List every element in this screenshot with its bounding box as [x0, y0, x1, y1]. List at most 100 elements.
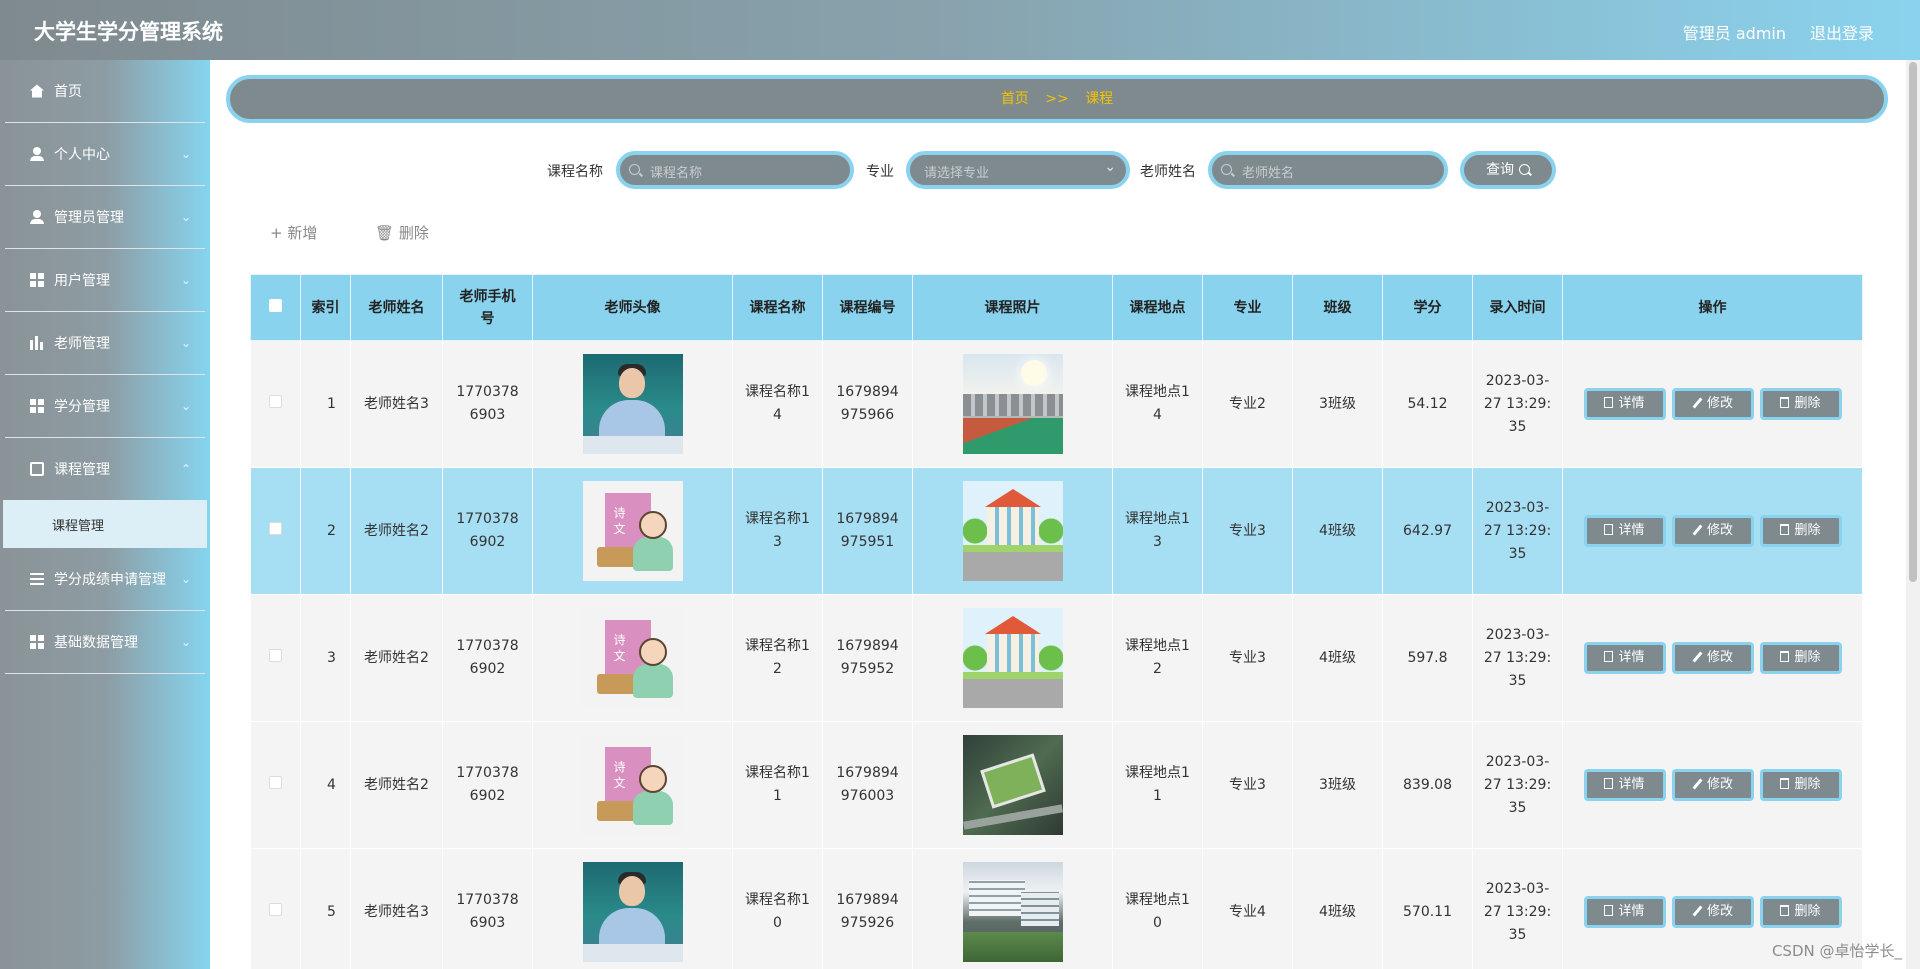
- header-teacher-name[interactable]: 老师姓名: [350, 274, 443, 341]
- cell-teacher-name: 老师姓名2: [350, 594, 443, 722]
- header-index[interactable]: 索引: [300, 274, 351, 341]
- sidebar-item-users[interactable]: 用户管理 ⌄: [5, 249, 205, 312]
- detail-button[interactable]: 详情: [1583, 769, 1666, 801]
- table-row[interactable]: 3 老师姓名2 17703786902 课程名称12 1679894975952…: [250, 594, 1863, 722]
- scrollbar-thumb[interactable]: [1909, 62, 1917, 582]
- sidebar-item-home[interactable]: 首页: [5, 60, 205, 123]
- sidebar-item-label: 学分成绩申请管理: [54, 572, 166, 588]
- detail-button[interactable]: 详情: [1583, 515, 1666, 547]
- header-operations: 操作: [1562, 274, 1863, 341]
- teacher-avatar-image: [582, 735, 683, 835]
- cell-major: 专业3: [1202, 594, 1293, 722]
- header-time[interactable]: 录入时间: [1472, 274, 1563, 341]
- search-icon: [629, 164, 640, 175]
- chevron-down-icon: ⌄: [180, 399, 191, 413]
- sidebar-item-label: 用户管理: [54, 273, 110, 289]
- teacher-name-label: 老师姓名: [1140, 164, 1196, 180]
- delete-button[interactable]: 删除: [1759, 769, 1842, 801]
- add-button[interactable]: + 新增: [270, 222, 317, 243]
- batch-delete-button[interactable]: 🗑 删除: [375, 222, 429, 243]
- header-class[interactable]: 班级: [1292, 274, 1383, 341]
- sidebar-item-basic-data[interactable]: 基础数据管理 ⌄: [5, 611, 205, 674]
- cell-operations: 详情 修改 删除: [1562, 594, 1863, 722]
- cell-teacher-phone: 17703786903: [442, 848, 533, 969]
- table-row[interactable]: 1 老师姓名3 17703786903 课程名称14 1679894975966…: [250, 340, 1863, 468]
- detail-button[interactable]: 详情: [1583, 896, 1666, 928]
- breadcrumb-home[interactable]: 首页: [1001, 91, 1029, 107]
- vertical-scrollbar[interactable]: [1906, 60, 1920, 969]
- cell-index: 1: [300, 340, 351, 468]
- document-icon: [1604, 651, 1614, 662]
- header-teacher-avatar: 老师头像: [532, 274, 733, 341]
- header-major[interactable]: 专业: [1202, 274, 1293, 341]
- row-checkbox[interactable]: [269, 648, 282, 662]
- query-button[interactable]: 查询: [1460, 151, 1556, 189]
- header-course-name[interactable]: 课程名称: [732, 274, 823, 341]
- major-select[interactable]: 请选择专业 ⌄: [906, 151, 1130, 189]
- table-row[interactable]: 2 老师姓名2 17703786902 课程名称13 1679894975951…: [250, 467, 1863, 595]
- teacher-name-placeholder: 老师姓名: [1242, 166, 1295, 181]
- cell-class: 4班级: [1292, 594, 1383, 722]
- row-checkbox[interactable]: [269, 394, 282, 408]
- grid-icon: [30, 399, 44, 413]
- submenu-item-course-manage[interactable]: 课程管理: [3, 500, 207, 548]
- grid-icon: [30, 273, 44, 287]
- course-name-label: 课程名称: [547, 164, 603, 180]
- sidebar-item-teachers[interactable]: 老师管理 ⌄: [5, 312, 205, 375]
- cell-course-name: 课程名称12: [732, 594, 823, 722]
- search-icon: [1221, 164, 1232, 175]
- detail-button[interactable]: 详情: [1583, 388, 1666, 420]
- cell-operations: 详情 修改 删除: [1562, 721, 1863, 849]
- edit-button[interactable]: 修改: [1671, 896, 1754, 928]
- course-photo-image: [962, 354, 1063, 454]
- edit-button[interactable]: 修改: [1671, 388, 1754, 420]
- detail-button[interactable]: 详情: [1583, 642, 1666, 674]
- sidebar-item-grade-apply[interactable]: 学分成绩申请管理 ⌄: [5, 548, 205, 611]
- list-icon: [30, 572, 44, 586]
- row-checkbox[interactable]: [269, 902, 282, 916]
- delete-button[interactable]: 删除: [1759, 896, 1842, 928]
- header-teacher-phone[interactable]: 老师手机号: [442, 274, 533, 341]
- cell-class: 4班级: [1292, 467, 1383, 595]
- cell-credit: 839.08: [1382, 721, 1473, 849]
- sidebar-item-label: 首页: [54, 84, 82, 100]
- select-all-checkbox[interactable]: [269, 298, 282, 312]
- cell-credit: 642.97: [1382, 467, 1473, 595]
- sidebar-item-profile[interactable]: 个人中心 ⌄: [5, 123, 205, 186]
- cell-class: 3班级: [1292, 340, 1383, 468]
- sidebar-item-credits[interactable]: 学分管理 ⌄: [5, 375, 205, 438]
- header-course-code[interactable]: 课程编号: [822, 274, 913, 341]
- sidebar-item-courses[interactable]: 课程管理 ⌃: [5, 438, 205, 501]
- table-row[interactable]: 4 老师姓名2 17703786902 课程名称11 1679894976003…: [250, 721, 1863, 849]
- trash-icon: [1780, 905, 1790, 916]
- cell-credit: 570.11: [1382, 848, 1473, 969]
- cell-teacher-name: 老师姓名3: [350, 848, 443, 969]
- logout-link[interactable]: 退出登录: [1810, 20, 1874, 44]
- delete-button[interactable]: 删除: [1759, 642, 1842, 674]
- sidebar-item-label: 课程管理: [54, 462, 110, 478]
- header-credit[interactable]: 学分: [1382, 274, 1473, 341]
- edit-button[interactable]: 修改: [1671, 769, 1754, 801]
- document-icon: [1604, 397, 1614, 408]
- course-table: 索引 老师姓名 老师手机号 老师头像 课程名称 课程编号 课程照片 课程地点 专…: [250, 274, 1863, 969]
- row-checkbox[interactable]: [269, 775, 282, 789]
- row-checkbox[interactable]: [269, 521, 282, 535]
- delete-button[interactable]: 删除: [1759, 388, 1842, 420]
- chevron-down-icon: ⌄: [180, 336, 191, 350]
- admin-label: 管理员 admin: [1682, 24, 1786, 43]
- teacher-name-input[interactable]: 老师姓名: [1208, 151, 1448, 189]
- edit-button[interactable]: 修改: [1671, 642, 1754, 674]
- edit-button[interactable]: 修改: [1671, 515, 1754, 547]
- trash-icon: 🗑: [375, 224, 395, 242]
- course-name-input[interactable]: 课程名称: [616, 151, 854, 189]
- cell-course-name: 课程名称11: [732, 721, 823, 849]
- cell-index: 2: [300, 467, 351, 595]
- course-photo-image: [962, 608, 1063, 708]
- delete-button[interactable]: 删除: [1759, 515, 1842, 547]
- header-course-place[interactable]: 课程地点: [1112, 274, 1203, 341]
- table-row[interactable]: 5 老师姓名3 17703786903 课程名称10 1679894975926…: [250, 848, 1863, 969]
- query-button-label: 查询: [1486, 162, 1514, 178]
- submenu-item-label: 课程管理: [52, 519, 105, 534]
- cell-major: 专业4: [1202, 848, 1293, 969]
- sidebar-item-admin[interactable]: 管理员管理 ⌄: [5, 186, 205, 249]
